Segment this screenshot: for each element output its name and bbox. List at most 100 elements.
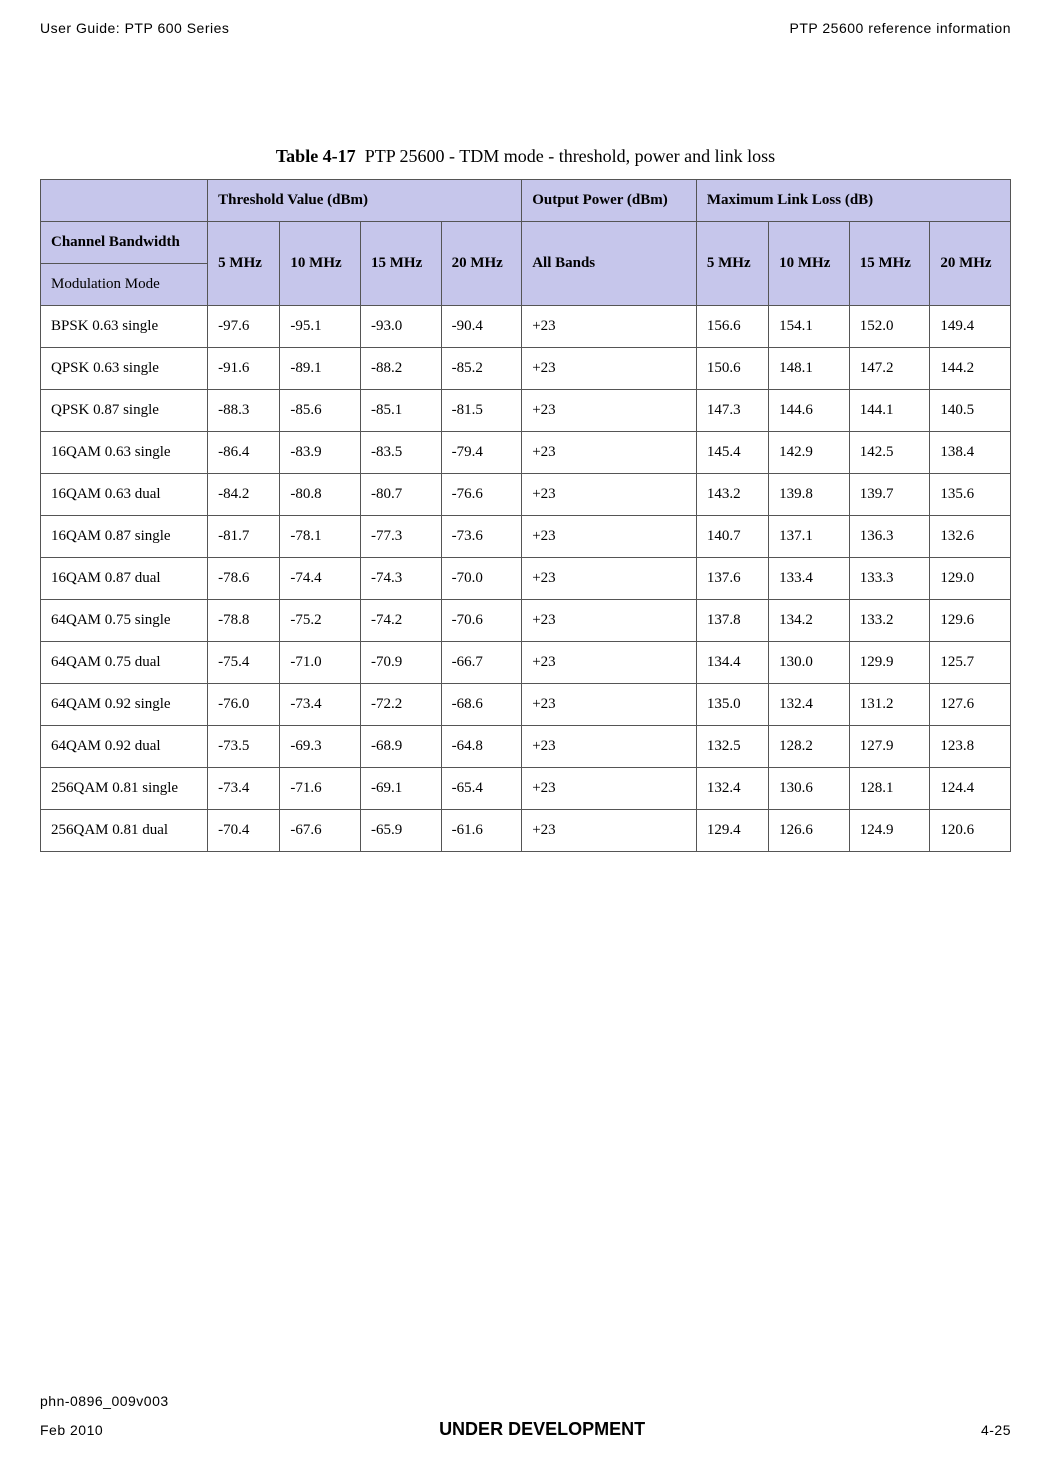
table-row: 16QAM 0.63 single-86.4-83.9-83.5-79.4+23…: [41, 432, 1011, 474]
cell-l20: 125.7: [930, 642, 1011, 684]
table-row: 16QAM 0.63 dual-84.2-80.8-80.7-76.6+2314…: [41, 474, 1011, 516]
cell-t15: -93.0: [361, 306, 442, 348]
cell-l10: 130.6: [769, 768, 850, 810]
cell-t10: -74.4: [280, 558, 361, 600]
footer-date: Feb 2010: [40, 1422, 103, 1438]
table-row: 16QAM 0.87 single-81.7-78.1-77.3-73.6+23…: [41, 516, 1011, 558]
cell-t10: -85.6: [280, 390, 361, 432]
table-row: 64QAM 0.92 single-76.0-73.4-72.2-68.6+23…: [41, 684, 1011, 726]
cell-t5: -78.6: [208, 558, 280, 600]
caption-text: PTP 25600 - TDM mode - threshold, power …: [365, 146, 775, 166]
cell-pwr: +23: [522, 642, 697, 684]
cell-l10: 130.0: [769, 642, 850, 684]
cell-l20: 129.6: [930, 600, 1011, 642]
cell-pwr: +23: [522, 768, 697, 810]
cell-l5: 143.2: [696, 474, 768, 516]
cell-t15: -65.9: [361, 810, 442, 852]
cell-t20: -70.6: [441, 600, 522, 642]
cell-l5: 132.4: [696, 768, 768, 810]
cell-l10: 128.2: [769, 726, 850, 768]
cell-t20: -65.4: [441, 768, 522, 810]
cell-l15: 129.9: [849, 642, 930, 684]
cell-t20: -81.5: [441, 390, 522, 432]
cell-t15: -69.1: [361, 768, 442, 810]
cell-l5: 140.7: [696, 516, 768, 558]
footer-page: 4-25: [981, 1422, 1011, 1438]
table-row: QPSK 0.63 single-91.6-89.1-88.2-85.2+231…: [41, 348, 1011, 390]
cell-l5: 132.5: [696, 726, 768, 768]
cell-t20: -73.6: [441, 516, 522, 558]
cell-l15: 131.2: [849, 684, 930, 726]
footer-status: UNDER DEVELOPMENT: [439, 1419, 645, 1440]
header-15mhz-b: 15 MHz: [849, 222, 930, 306]
header-10mhz-a: 10 MHz: [280, 222, 361, 306]
cell-t20: -68.6: [441, 684, 522, 726]
table-row: QPSK 0.87 single-88.3-85.6-85.1-81.5+231…: [41, 390, 1011, 432]
table-caption: Table 4-17 PTP 25600 - TDM mode - thresh…: [40, 146, 1011, 167]
table-row: 64QAM 0.92 dual-73.5-69.3-68.9-64.8+2313…: [41, 726, 1011, 768]
cell-l20: 132.6: [930, 516, 1011, 558]
cell-pwr: +23: [522, 474, 697, 516]
cell-t10: -75.2: [280, 600, 361, 642]
cell-l10: 134.2: [769, 600, 850, 642]
cell-l5: 134.4: [696, 642, 768, 684]
cell-l20: 138.4: [930, 432, 1011, 474]
cell-l20: 144.2: [930, 348, 1011, 390]
cell-pwr: +23: [522, 516, 697, 558]
cell-t15: -88.2: [361, 348, 442, 390]
cell-t15: -80.7: [361, 474, 442, 516]
cell-l15: 152.0: [849, 306, 930, 348]
table-row: BPSK 0.63 single-97.6-95.1-93.0-90.4+231…: [41, 306, 1011, 348]
cell-l20: 149.4: [930, 306, 1011, 348]
cell-pwr: +23: [522, 348, 697, 390]
cell-t10: -69.3: [280, 726, 361, 768]
cell-l15: 133.3: [849, 558, 930, 600]
cell-l15: 128.1: [849, 768, 930, 810]
header-15mhz-a: 15 MHz: [361, 222, 442, 306]
cell-t5: -73.4: [208, 768, 280, 810]
header-modulation: Modulation Mode: [41, 264, 208, 306]
header-blank: [41, 180, 208, 222]
header-channel: Channel Bandwidth: [41, 222, 208, 264]
cell-l5: 145.4: [696, 432, 768, 474]
cell-mode: 16QAM 0.87 single: [41, 516, 208, 558]
cell-l10: 144.6: [769, 390, 850, 432]
cell-mode: 16QAM 0.87 dual: [41, 558, 208, 600]
cell-t5: -73.5: [208, 726, 280, 768]
cell-l5: 135.0: [696, 684, 768, 726]
cell-t5: -97.6: [208, 306, 280, 348]
cell-t15: -74.2: [361, 600, 442, 642]
cell-t10: -80.8: [280, 474, 361, 516]
cell-mode: 64QAM 0.92 single: [41, 684, 208, 726]
cell-mode: 16QAM 0.63 single: [41, 432, 208, 474]
cell-t15: -72.2: [361, 684, 442, 726]
cell-t5: -91.6: [208, 348, 280, 390]
page-header: User Guide: PTP 600 Series PTP 25600 ref…: [40, 20, 1011, 36]
header-maxlink: Maximum Link Loss (dB): [696, 180, 1010, 222]
cell-l10: 139.8: [769, 474, 850, 516]
cell-t5: -84.2: [208, 474, 280, 516]
cell-l20: 135.6: [930, 474, 1011, 516]
cell-t10: -83.9: [280, 432, 361, 474]
cell-l20: 129.0: [930, 558, 1011, 600]
cell-l20: 140.5: [930, 390, 1011, 432]
cell-mode: BPSK 0.63 single: [41, 306, 208, 348]
cell-t5: -86.4: [208, 432, 280, 474]
cell-t15: -77.3: [361, 516, 442, 558]
cell-l20: 120.6: [930, 810, 1011, 852]
cell-mode: 16QAM 0.63 dual: [41, 474, 208, 516]
cell-t20: -85.2: [441, 348, 522, 390]
footer-docid: phn-0896_009v003: [40, 1393, 1011, 1409]
cell-t10: -73.4: [280, 684, 361, 726]
cell-l5: 150.6: [696, 348, 768, 390]
cell-t15: -70.9: [361, 642, 442, 684]
cell-t10: -95.1: [280, 306, 361, 348]
cell-l10: 154.1: [769, 306, 850, 348]
cell-l20: 123.8: [930, 726, 1011, 768]
cell-pwr: +23: [522, 390, 697, 432]
header-5mhz-a: 5 MHz: [208, 222, 280, 306]
table-row: 64QAM 0.75 single-78.8-75.2-74.2-70.6+23…: [41, 600, 1011, 642]
cell-mode: 256QAM 0.81 single: [41, 768, 208, 810]
cell-mode: 64QAM 0.75 single: [41, 600, 208, 642]
cell-pwr: +23: [522, 684, 697, 726]
